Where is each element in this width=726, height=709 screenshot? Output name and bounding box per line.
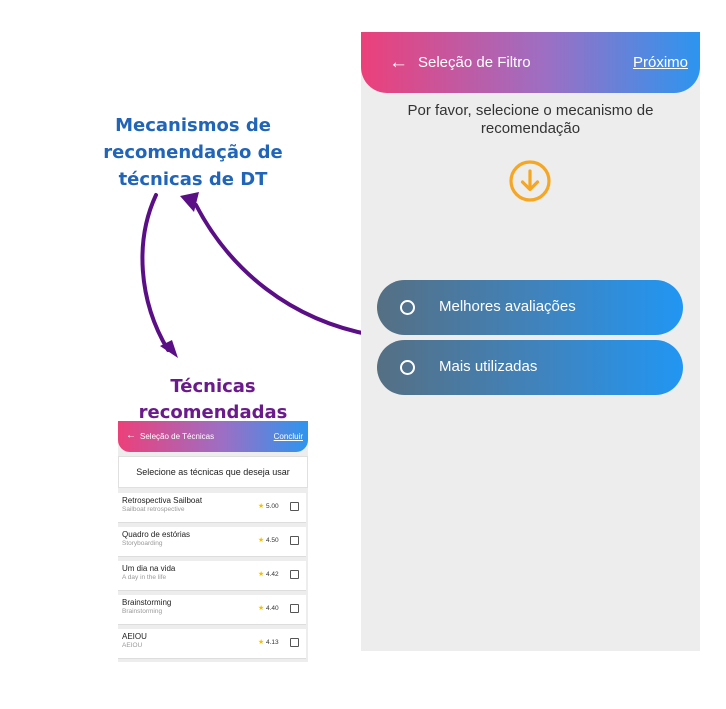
small-page-title: Seleção de Técnicas [140, 432, 215, 441]
small-app-header: ← Seleção de Técnicas Concluir [118, 421, 308, 452]
done-button[interactable]: Concluir [274, 432, 303, 441]
radio-button[interactable] [400, 360, 415, 375]
technique-subtitle: A day in the life [122, 574, 167, 581]
technique-checkbox[interactable] [290, 570, 299, 579]
technique-rating: 4.40 [266, 605, 279, 612]
star-icon: ★ [258, 639, 265, 646]
technique-checkbox[interactable] [290, 536, 299, 545]
technique-selection-screen: ← Seleção de Técnicas Concluir Selecione… [118, 421, 308, 662]
page-title: Seleção de Filtro [418, 54, 531, 71]
technique-name: Um dia na vida [122, 564, 176, 573]
arrow-down-circle-icon [509, 160, 551, 202]
annotation-bottom-line1: Técnicas [170, 376, 256, 397]
arrow-head-down [160, 340, 178, 358]
arrow-head-up [180, 192, 199, 212]
instruction-text: Por favor, selecione o mecanismo de reco… [381, 102, 680, 138]
technique-row[interactable]: Quadro de estórias Storyboarding ★ 4.50 [118, 527, 306, 557]
technique-subtitle: Sailboat retrospective [122, 506, 185, 513]
technique-name: Retrospectiva Sailboat [122, 496, 203, 505]
technique-name: Quadro de estórias [122, 530, 191, 539]
annotation-top-line2: recomendação de [103, 142, 283, 163]
technique-rating: 4.42 [266, 571, 279, 578]
instruction-line1: Por favor, selecione o mecanismo de [407, 102, 654, 119]
next-button[interactable]: Próximo [633, 54, 688, 71]
technique-subtitle: Storyboarding [122, 540, 163, 547]
technique-rating: 4.13 [266, 639, 279, 646]
technique-subtitle: Brainstorming [122, 608, 163, 615]
technique-checkbox[interactable] [290, 502, 299, 511]
radio-button[interactable] [400, 300, 415, 315]
arrow-to-recommended [140, 193, 170, 352]
technique-rating: 5.00 [266, 503, 279, 510]
annotation-mechanisms: Mecanismos de recomendação de técnicas d… [98, 112, 288, 193]
technique-row[interactable]: AEIOU AEIOU ★ 4.13 [118, 629, 306, 659]
technique-checkbox[interactable] [290, 638, 299, 647]
arrow-to-mechanisms [194, 203, 374, 337]
technique-row[interactable]: Um dia na vida A day in the life ★ 4.42 [118, 561, 306, 591]
technique-row[interactable]: Retrospectiva Sailboat Sailboat retrospe… [118, 493, 306, 523]
arrow-left-icon[interactable]: ← [126, 430, 136, 441]
annotation-recommended: Técnicas recomendadas [128, 374, 298, 426]
option-label: Mais utilizadas [439, 358, 538, 375]
annotation-top-line1: Mecanismos de [115, 115, 271, 136]
technique-name: Brainstorming [122, 598, 172, 607]
star-icon: ★ [258, 503, 265, 510]
option-label: Melhores avaliações [439, 298, 576, 315]
technique-subtitle: AEIOU [122, 642, 143, 649]
option-best-rated[interactable]: Melhores avaliações [377, 280, 683, 335]
technique-checkbox[interactable] [290, 604, 299, 613]
star-icon: ★ [258, 537, 265, 544]
option-most-used[interactable]: Mais utilizadas [377, 340, 683, 395]
technique-rating: 4.50 [266, 537, 279, 544]
technique-row[interactable]: Brainstorming Brainstorming ★ 4.40 [118, 595, 306, 625]
filter-selection-screen: ← Seleção de Filtro Próximo Por favor, s… [361, 32, 700, 651]
technique-name: AEIOU [122, 632, 147, 641]
star-icon: ★ [258, 571, 265, 578]
star-icon: ★ [258, 605, 265, 612]
annotation-top-line3: técnicas de DT [118, 169, 268, 190]
instruction-line2: recomendação [480, 120, 581, 137]
app-header: ← Seleção de Filtro Próximo [361, 32, 700, 93]
arrow-left-icon[interactable]: ← [389, 52, 408, 74]
technique-instruction: Selecione as técnicas que deseja usar [118, 456, 308, 488]
